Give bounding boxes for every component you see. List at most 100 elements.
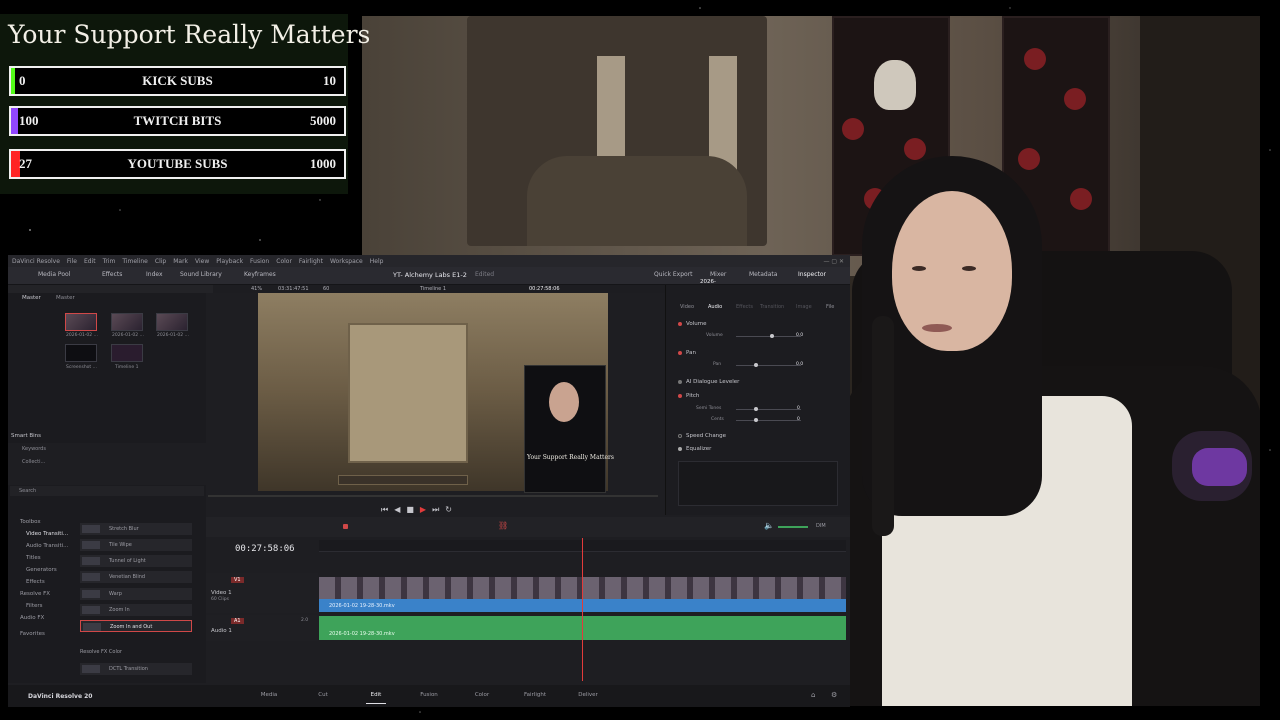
mixer-button[interactable]: Mixer xyxy=(710,271,726,278)
cents-slider[interactable] xyxy=(736,420,801,421)
menu-item-help[interactable]: Help xyxy=(370,258,384,265)
semi-tones-knob[interactable] xyxy=(754,407,758,411)
media-clip-thumb[interactable] xyxy=(156,313,188,331)
fx-cat-generators[interactable]: Generators xyxy=(26,567,57,573)
media-clip-thumb[interactable] xyxy=(111,313,143,331)
bin-tab-master-2[interactable]: Master xyxy=(56,295,75,301)
metadata-button[interactable]: Metadata xyxy=(749,271,777,278)
index-button[interactable]: Index xyxy=(146,271,163,278)
media-clip-thumb[interactable] xyxy=(65,313,97,331)
menu-item-fairlight[interactable]: Fairlight xyxy=(299,258,323,265)
page-tab-media[interactable]: Media xyxy=(249,692,289,698)
window-controls[interactable]: — ▢ ✕ xyxy=(823,258,844,265)
menu-item-workspace[interactable]: Workspace xyxy=(330,258,363,265)
page-tab-color[interactable]: Color xyxy=(462,692,502,698)
home-icon[interactable]: ⌂ xyxy=(811,691,815,699)
smart-bin-keywords[interactable]: Keywords xyxy=(22,446,46,452)
video-viewer[interactable]: Your Support Really Matters xyxy=(258,293,614,493)
semi-tones-slider[interactable] xyxy=(736,409,801,410)
volume-slider[interactable] xyxy=(736,336,801,337)
fx-item[interactable]: Zoom In xyxy=(80,604,192,616)
page-tab-deliver[interactable]: Deliver xyxy=(568,692,608,698)
menu-item-fusion[interactable]: Fusion xyxy=(250,258,269,265)
master-volume-slider[interactable] xyxy=(778,526,808,528)
top-toolbar: Media Pool Effects Index Sound Library K… xyxy=(8,267,850,285)
fx-item[interactable]: Tile Wipe xyxy=(80,539,192,551)
cents-value[interactable]: 0 xyxy=(797,417,800,422)
menu-item-app[interactable]: DaVinci Resolve xyxy=(12,258,60,265)
timeline-thumb[interactable] xyxy=(111,344,143,362)
inspector-tab-transition[interactable]: Transition xyxy=(760,304,784,310)
fx-cat-titles[interactable]: Titles xyxy=(26,555,41,561)
fx-cat-video-transitions[interactable]: Video Transiti... xyxy=(26,531,68,537)
volume-slider-knob[interactable] xyxy=(770,334,774,338)
track-id-a1[interactable]: A1 xyxy=(231,618,244,624)
fx-cat-audio-fx[interactable]: Audio FX xyxy=(20,615,44,621)
gear-icon[interactable]: ⚙ xyxy=(831,691,837,699)
speaker-icon[interactable]: 🔈 xyxy=(764,521,774,530)
effects-search-bar[interactable]: Search xyxy=(10,486,204,496)
page-tab-fusion[interactable]: Fusion xyxy=(409,692,449,698)
fx-cat-resolve-fx[interactable]: Resolve FX xyxy=(20,591,50,597)
effects-search-input[interactable]: Search xyxy=(19,488,36,494)
menu-item-view[interactable]: View xyxy=(195,258,209,265)
equalizer-graph[interactable] xyxy=(678,461,838,506)
fx-item-selected[interactable]: Zoom In and Out xyxy=(80,620,192,632)
fx-item[interactable]: Venetian Blind xyxy=(80,571,192,583)
zoom-level[interactable]: 41% xyxy=(251,286,262,292)
keyframes-button[interactable]: Keyframes xyxy=(244,271,276,278)
page-tab-fairlight[interactable]: Fairlight xyxy=(515,692,555,698)
bin-tab-master[interactable]: Master xyxy=(22,295,41,301)
quick-export-button[interactable]: Quick Export xyxy=(654,271,693,278)
cents-knob[interactable] xyxy=(754,418,758,422)
pan-slider[interactable] xyxy=(736,365,801,366)
fx-cat-toolbox[interactable]: Toolbox xyxy=(20,519,41,525)
track-id-v1[interactable]: V1 xyxy=(231,577,244,583)
menu-item-mark[interactable]: Mark xyxy=(173,258,188,265)
fx-cat-favorites[interactable]: Favorites xyxy=(20,631,45,637)
playhead[interactable] xyxy=(582,538,583,681)
fx-section-resolve-fx-color[interactable]: Resolve FX Color xyxy=(80,649,122,655)
fx-cat-audio-transitions[interactable]: Audio Transiti... xyxy=(26,543,68,549)
smart-bins-label[interactable]: Smart Bins xyxy=(11,433,41,439)
viewer-scrubber[interactable] xyxy=(208,495,658,497)
selection-tool-icon[interactable] xyxy=(343,524,348,529)
fx-item[interactable]: Warp xyxy=(80,588,192,600)
pan-value[interactable]: 0.0 xyxy=(796,362,803,367)
audio-track-name[interactable]: Audio 1 xyxy=(211,628,232,634)
viewer-timeline-name[interactable]: Timeline 1 xyxy=(420,286,446,292)
video-track-header: V1 Video 1 60 Clips xyxy=(206,573,318,613)
inspector-tab-file[interactable]: File xyxy=(826,304,834,310)
page-tab-edit[interactable]: Edit xyxy=(356,692,396,704)
fx-item[interactable]: Tunnel of Light xyxy=(80,555,192,567)
sound-library-button[interactable]: Sound Library xyxy=(180,271,222,278)
fx-item[interactable]: Stretch Blur xyxy=(80,523,192,535)
fx-item[interactable]: DCTL Transition xyxy=(80,663,192,675)
video-track-name[interactable]: Video 1 xyxy=(211,590,232,596)
link-icon[interactable]: ⛓ xyxy=(498,521,508,530)
menu-item-clip[interactable]: Clip xyxy=(155,258,166,265)
media-pool-button[interactable]: Media Pool xyxy=(38,271,70,278)
pan-slider-knob[interactable] xyxy=(754,363,758,367)
inspector-tab-effects[interactable]: Effects xyxy=(736,304,753,310)
inspector-tab-audio[interactable]: Audio xyxy=(708,304,722,310)
menu-item-timeline[interactable]: Timeline xyxy=(122,258,148,265)
menu-item-trim[interactable]: Trim xyxy=(103,258,116,265)
fx-cat-filters[interactable]: Filters xyxy=(26,603,43,609)
media-clip-thumb[interactable] xyxy=(65,344,97,362)
menu-item-color[interactable]: Color xyxy=(276,258,292,265)
volume-value[interactable]: 0.0 xyxy=(796,333,803,338)
page-tab-cut[interactable]: Cut xyxy=(303,692,343,698)
inspector-tab-video[interactable]: Video xyxy=(680,304,694,310)
semi-tones-value[interactable]: 0 xyxy=(797,406,800,411)
transport-controls[interactable]: ⏮◀■▶⏭↻ xyxy=(381,505,458,515)
menu-item-file[interactable]: File xyxy=(67,258,77,265)
effects-button[interactable]: Effects xyxy=(102,271,122,278)
inspector-button[interactable]: Inspector xyxy=(798,271,826,278)
fx-cat-effects[interactable]: Effects xyxy=(26,579,45,585)
inspector-tab-image[interactable]: Image xyxy=(796,304,812,310)
smart-bin-collections[interactable]: Collecti... xyxy=(22,459,45,465)
menu-item-playback[interactable]: Playback xyxy=(216,258,243,265)
dim-button[interactable]: DIM xyxy=(816,523,826,529)
menu-item-edit[interactable]: Edit xyxy=(84,258,96,265)
